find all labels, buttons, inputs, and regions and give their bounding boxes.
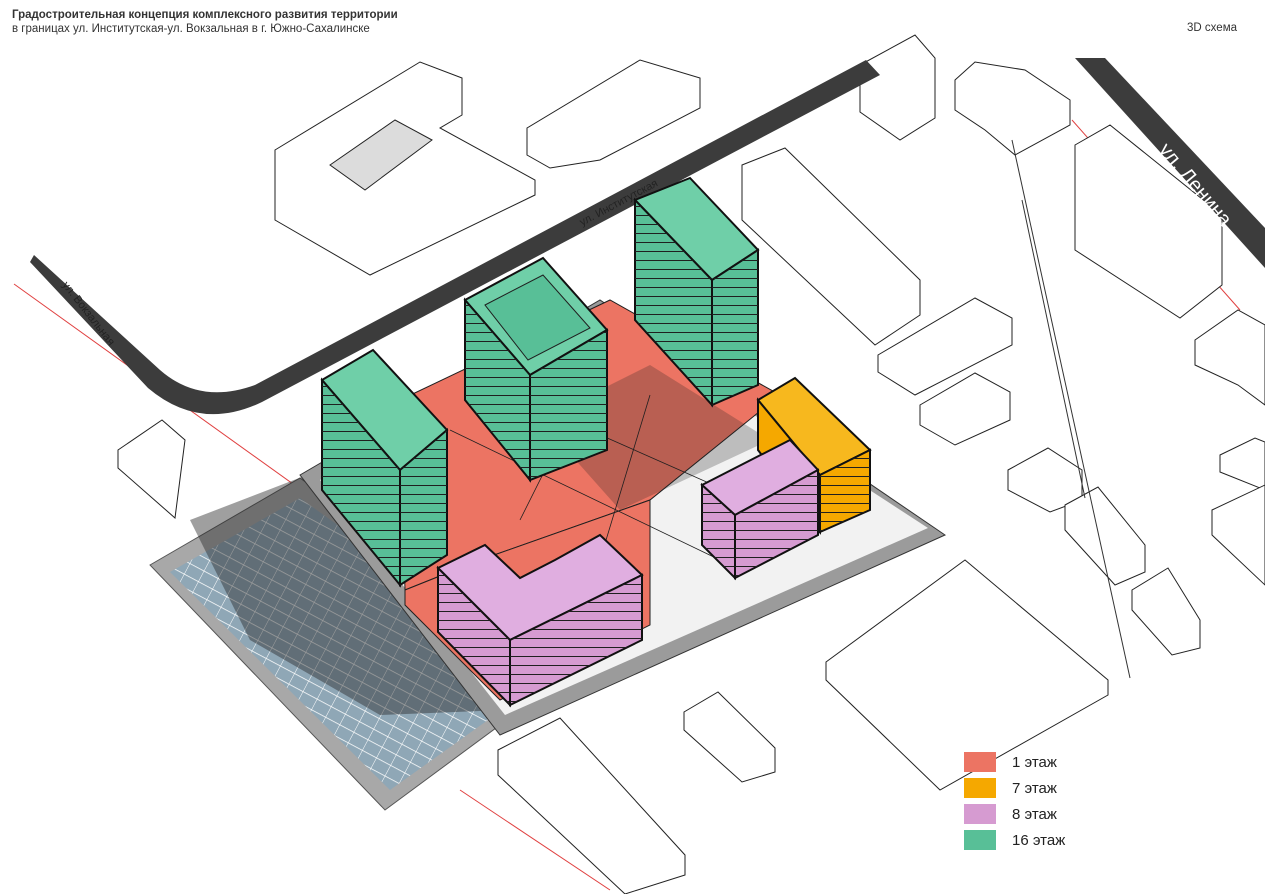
- legend-item-16-floor: 16 этаж: [964, 827, 1065, 853]
- site-3d-scheme: ул. Институтская ул. Вокзальная ул. Лени…: [13, 34, 1265, 894]
- legend-swatch: [964, 778, 996, 798]
- legend-label: 7 этаж: [1012, 779, 1057, 797]
- legend-swatch: [964, 804, 996, 824]
- legend-label: 1 этаж: [1012, 753, 1057, 771]
- legend-label: 16 этаж: [1012, 831, 1066, 849]
- legend-item-1-floor: 1 этаж: [964, 749, 1065, 775]
- legend-item-8-floor: 8 этаж: [964, 801, 1065, 827]
- legend-label: 8 этаж: [1012, 805, 1057, 823]
- legend: 1 этаж 7 этаж 8 этаж 16 этаж: [964, 749, 1065, 853]
- legend-swatch: [964, 752, 996, 772]
- legend-item-7-floor: 7 этаж: [964, 775, 1065, 801]
- legend-swatch: [964, 830, 996, 850]
